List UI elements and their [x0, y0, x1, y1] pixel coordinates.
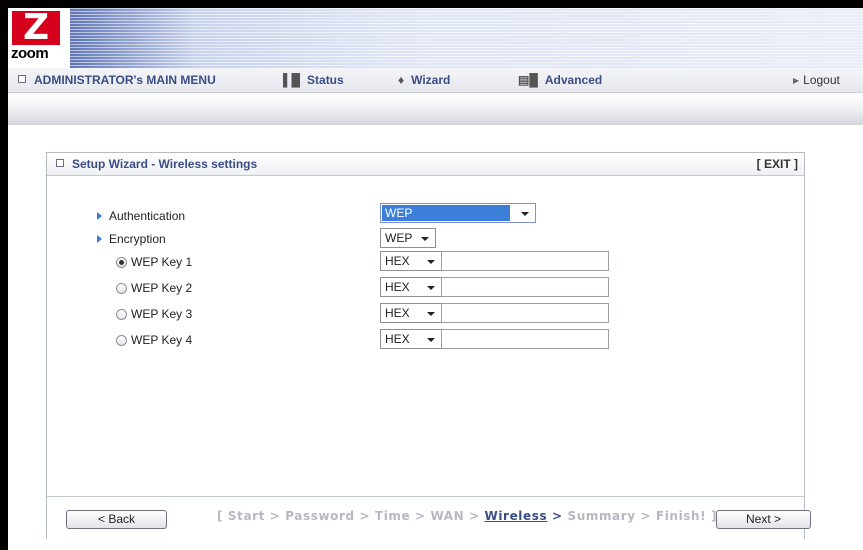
wep-key-2-format-select[interactable]: HEX	[380, 277, 442, 297]
encryption-label-text: Encryption	[109, 232, 166, 246]
panel-title-label: Setup Wizard - Wireless settings	[72, 157, 258, 171]
wep-key-2-label: WEP Key 2	[131, 281, 193, 295]
wep-key-2-row[interactable]: WEP Key 2	[116, 281, 192, 295]
steps-completed: [ Start > Password > Time > WAN >	[217, 509, 485, 523]
nav-wizard[interactable]: ♦ Wizard	[398, 73, 450, 87]
wep-key-4-format: HEX	[385, 332, 410, 346]
nav-status-label: Status	[307, 73, 344, 87]
wep-key-4-input[interactable]	[441, 329, 609, 349]
wep-key-4-label: WEP Key 4	[131, 333, 193, 347]
wep-key-4-radio[interactable]	[116, 335, 127, 346]
nav-wizard-label: Wizard	[411, 73, 451, 87]
dropdown-arrow-icon	[427, 312, 435, 316]
dropdown-arrow-icon	[427, 286, 435, 290]
wep-key-1-input[interactable]	[441, 251, 609, 271]
wizard-steps: [ Start > Password > Time > WAN > Wirele…	[217, 509, 717, 523]
steps-remaining: Summary > Finish! ]	[567, 509, 718, 523]
triangle-bullet-icon	[97, 212, 102, 220]
authentication-value: WEP	[385, 206, 413, 220]
exit-link[interactable]: [ EXIT ]	[757, 157, 798, 171]
encryption-value: WEP	[385, 231, 413, 245]
browser-frame: Z zoom ADMINISTRATOR's MAIN MENU ▌█ Statu…	[8, 8, 863, 550]
arrow-right-icon: ▶	[793, 76, 800, 85]
square-bullet-icon	[18, 75, 26, 83]
wep-key-3-radio[interactable]	[116, 309, 127, 320]
nav-logout[interactable]: ▶ Logout	[793, 73, 840, 87]
wep-key-2-radio[interactable]	[116, 283, 127, 294]
square-bullet-icon	[56, 159, 64, 167]
encryption-select[interactable]: WEP	[380, 228, 436, 248]
wizard-panel: Setup Wizard - Wireless settings [ EXIT …	[46, 152, 811, 539]
back-button[interactable]: < Back	[66, 510, 167, 529]
wep-key-4-row[interactable]: WEP Key 4	[116, 333, 192, 347]
wep-key-3-format-select[interactable]: HEX	[380, 303, 442, 323]
authentication-select[interactable]: WEP	[380, 203, 536, 223]
authentication-label: Authentication	[97, 209, 185, 223]
dropdown-arrow-icon	[427, 260, 435, 264]
wep-key-1-row[interactable]: WEP Key 1	[116, 255, 192, 269]
nav-main-menu-label: ADMINISTRATOR's MAIN MENU	[34, 73, 216, 87]
encryption-label: Encryption	[97, 232, 166, 246]
triangle-bullet-icon	[97, 235, 102, 243]
status-icon: ▌█	[283, 73, 301, 87]
nav-logout-label: Logout	[803, 73, 840, 87]
wep-key-1-label: WEP Key 1	[131, 255, 193, 269]
dropdown-arrow-icon	[421, 237, 429, 241]
panel-header: Setup Wizard - Wireless settings [ EXIT …	[47, 153, 804, 176]
wep-key-3-row[interactable]: WEP Key 3	[116, 307, 192, 321]
zoom-logo: Z zoom	[8, 8, 70, 68]
nav-advanced[interactable]: ▤█ Advanced	[518, 73, 602, 87]
authentication-label-text: Authentication	[109, 209, 186, 223]
logo-text: zoom	[11, 45, 49, 62]
wep-key-3-format: HEX	[385, 306, 410, 320]
wep-key-3-label: WEP Key 3	[131, 307, 193, 321]
main-navbar: ADMINISTRATOR's MAIN MENU ▌█ Status ♦ Wiza…	[8, 68, 863, 93]
header-subband	[8, 93, 863, 125]
step-current: Wireless	[484, 509, 548, 523]
next-button[interactable]: Next >	[716, 510, 811, 529]
wep-key-1-format-select[interactable]: HEX	[380, 251, 442, 271]
wep-key-1-format: HEX	[385, 254, 410, 268]
advanced-icon: ▤█	[518, 73, 538, 87]
nav-main-menu[interactable]: ADMINISTRATOR's MAIN MENU	[18, 73, 216, 87]
dropdown-arrow-icon	[521, 212, 529, 216]
wizard-icon: ♦	[398, 73, 405, 87]
wep-key-3-input[interactable]	[441, 303, 609, 323]
panel-footer: < Back [ Start > Password > Time > WAN >…	[47, 496, 811, 539]
wep-key-2-format: HEX	[385, 280, 410, 294]
wep-key-1-radio[interactable]	[116, 257, 127, 268]
wep-key-2-input[interactable]	[441, 277, 609, 297]
wep-key-4-format-select[interactable]: HEX	[380, 329, 442, 349]
nav-advanced-label: Advanced	[544, 73, 603, 87]
header-banner	[8, 8, 863, 68]
panel-title: Setup Wizard - Wireless settings	[56, 157, 257, 171]
logo-letter: Z	[12, 10, 60, 46]
step-separator: >	[547, 509, 568, 523]
nav-status[interactable]: ▌█ Status	[283, 73, 344, 87]
dropdown-arrow-icon	[427, 338, 435, 342]
